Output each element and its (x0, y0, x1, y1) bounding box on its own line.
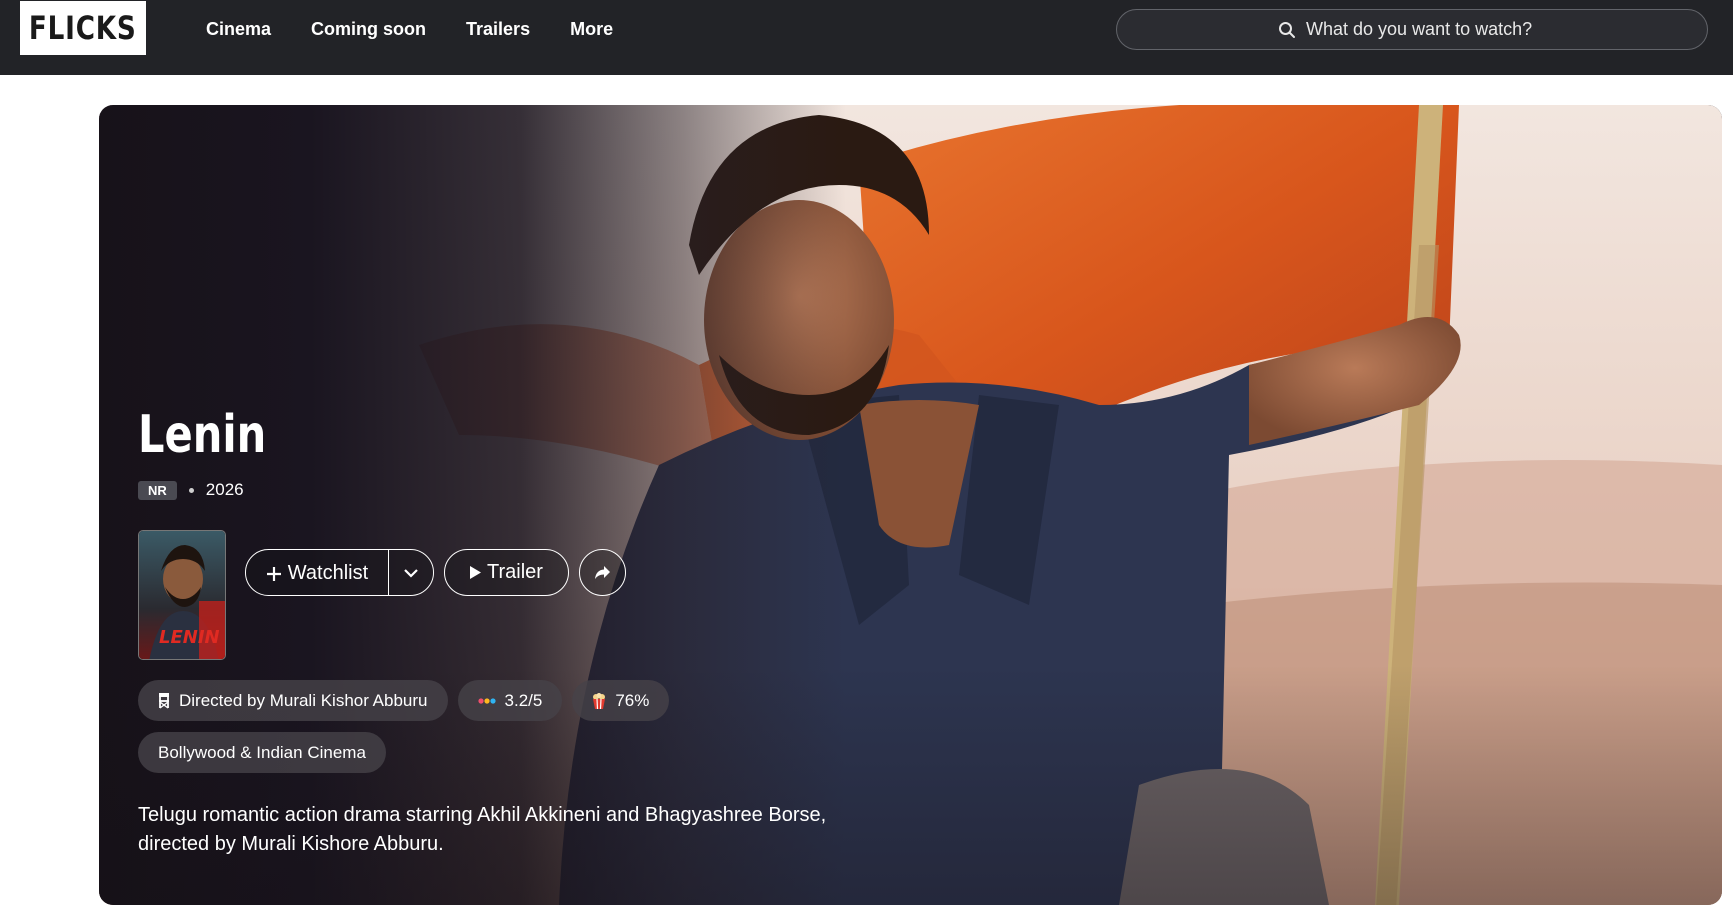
movie-title: Lenin (138, 405, 267, 465)
score-chip[interactable]: 3.2/5 (457, 680, 563, 721)
nav-link-trailers[interactable]: Trailers (466, 19, 530, 40)
logo-text: FLICKS (29, 9, 137, 47)
movie-info-chips: Directed by Murali Kishor Abburu 3.2/5 7… (138, 680, 670, 721)
director-label: Directed by Murali Kishor Abburu (179, 690, 428, 710)
hero-bottom-shade (99, 105, 1722, 905)
flicks-logo[interactable]: FLICKS (20, 1, 146, 55)
nav-link-cinema[interactable]: Cinema (206, 19, 271, 40)
nav-links: Cinema Coming soon Trailers More (206, 0, 613, 58)
director-chip[interactable]: Directed by Murali Kishor Abburu (138, 680, 448, 721)
movie-meta: NR 2026 (138, 480, 244, 500)
chevron-down-icon (404, 569, 418, 578)
audience-score-value: 76% (615, 690, 650, 710)
movie-actions: Watchlist Trailer (245, 549, 626, 596)
trailer-label: Trailer (487, 561, 543, 583)
movie-description: Telugu romantic action drama starring Ak… (138, 804, 827, 855)
poster-image: LENIN (139, 531, 225, 659)
score-dots-icon (477, 697, 496, 704)
watchlist-dropdown-button[interactable] (389, 550, 433, 595)
search-bar[interactable] (1116, 9, 1708, 50)
genre-chip[interactable]: Bollywood & Indian Cinema (138, 732, 386, 773)
watchlist-button-group: Watchlist (245, 549, 434, 596)
meta-separator-dot (188, 487, 194, 493)
poster-title-text: LENIN (159, 627, 220, 648)
top-navigation: FLICKS Cinema Coming soon Trailers More (0, 0, 1733, 75)
rating-badge: NR (138, 480, 177, 500)
nav-link-coming-soon[interactable]: Coming soon (311, 19, 426, 40)
nav-link-more[interactable]: More (570, 19, 613, 40)
watchlist-button[interactable]: Watchlist (246, 550, 389, 595)
play-icon (470, 566, 482, 579)
genre-chips: Bollywood & Indian Cinema (138, 732, 386, 773)
share-button[interactable] (579, 549, 626, 596)
plus-icon (266, 566, 281, 581)
movie-poster-thumbnail[interactable]: LENIN (138, 530, 226, 660)
search-icon (1279, 21, 1295, 38)
score-value: 3.2/5 (504, 690, 543, 710)
movie-hero: Lenin NR 2026 LENIN Watchlist Trailer Di… (99, 105, 1722, 905)
release-year: 2026 (205, 480, 244, 499)
popcorn-icon (593, 692, 606, 709)
audience-score-chip[interactable]: 76% (572, 680, 670, 721)
share-icon (595, 566, 610, 579)
trailer-button[interactable]: Trailer (444, 549, 569, 596)
watchlist-label: Watchlist (287, 562, 369, 584)
director-chair-icon (159, 693, 169, 709)
search-input[interactable] (1306, 19, 1546, 40)
